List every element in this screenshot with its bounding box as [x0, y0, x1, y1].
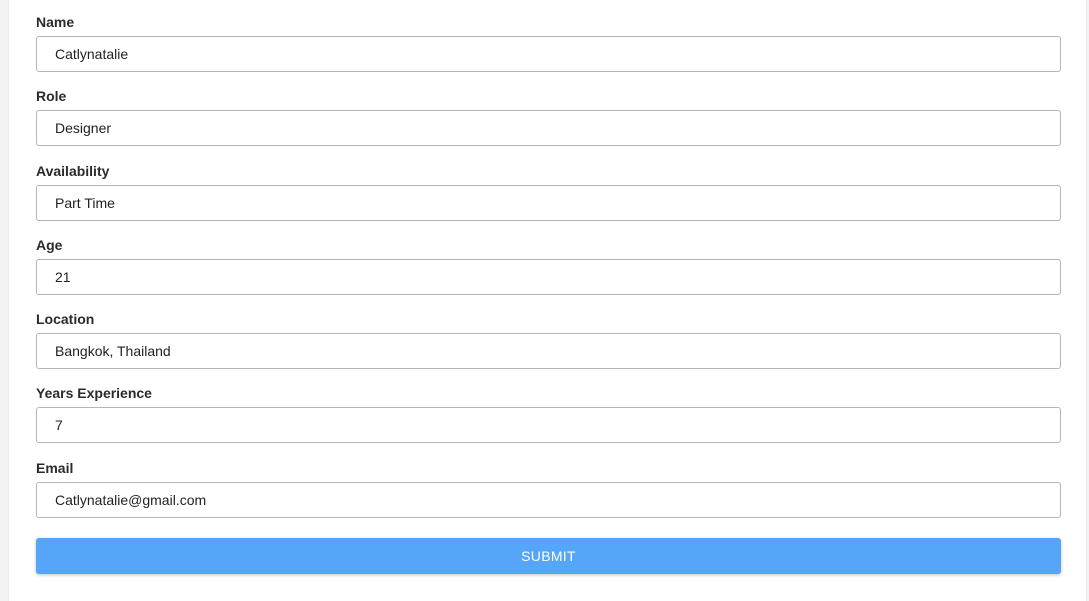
submit-button[interactable]: SUBMIT [36, 538, 1061, 574]
form-panel: Name Role Availability Age Location Year… [8, 0, 1087, 601]
name-label: Name [36, 14, 75, 30]
availability-input[interactable] [36, 185, 1061, 221]
years-experience-label: Years Experience [36, 385, 152, 401]
email-label: Email [36, 460, 74, 476]
email-field-group: Email [36, 460, 1061, 518]
name-field-group: Name [36, 14, 1061, 72]
location-input[interactable] [36, 333, 1061, 369]
name-input[interactable] [36, 36, 1061, 72]
years-experience-field-group: Years Experience [36, 385, 1061, 443]
location-field-group: Location [36, 311, 1061, 369]
availability-label: Availability [36, 163, 110, 179]
age-label: Age [36, 237, 63, 253]
role-input[interactable] [36, 110, 1061, 146]
age-field-group: Age [36, 237, 1061, 295]
role-label: Role [36, 88, 67, 104]
years-experience-input[interactable] [36, 407, 1061, 443]
location-label: Location [36, 311, 95, 327]
role-field-group: Role [36, 88, 1061, 146]
availability-field-group: Availability [36, 163, 1061, 221]
email-input[interactable] [36, 482, 1061, 518]
age-input[interactable] [36, 259, 1061, 295]
